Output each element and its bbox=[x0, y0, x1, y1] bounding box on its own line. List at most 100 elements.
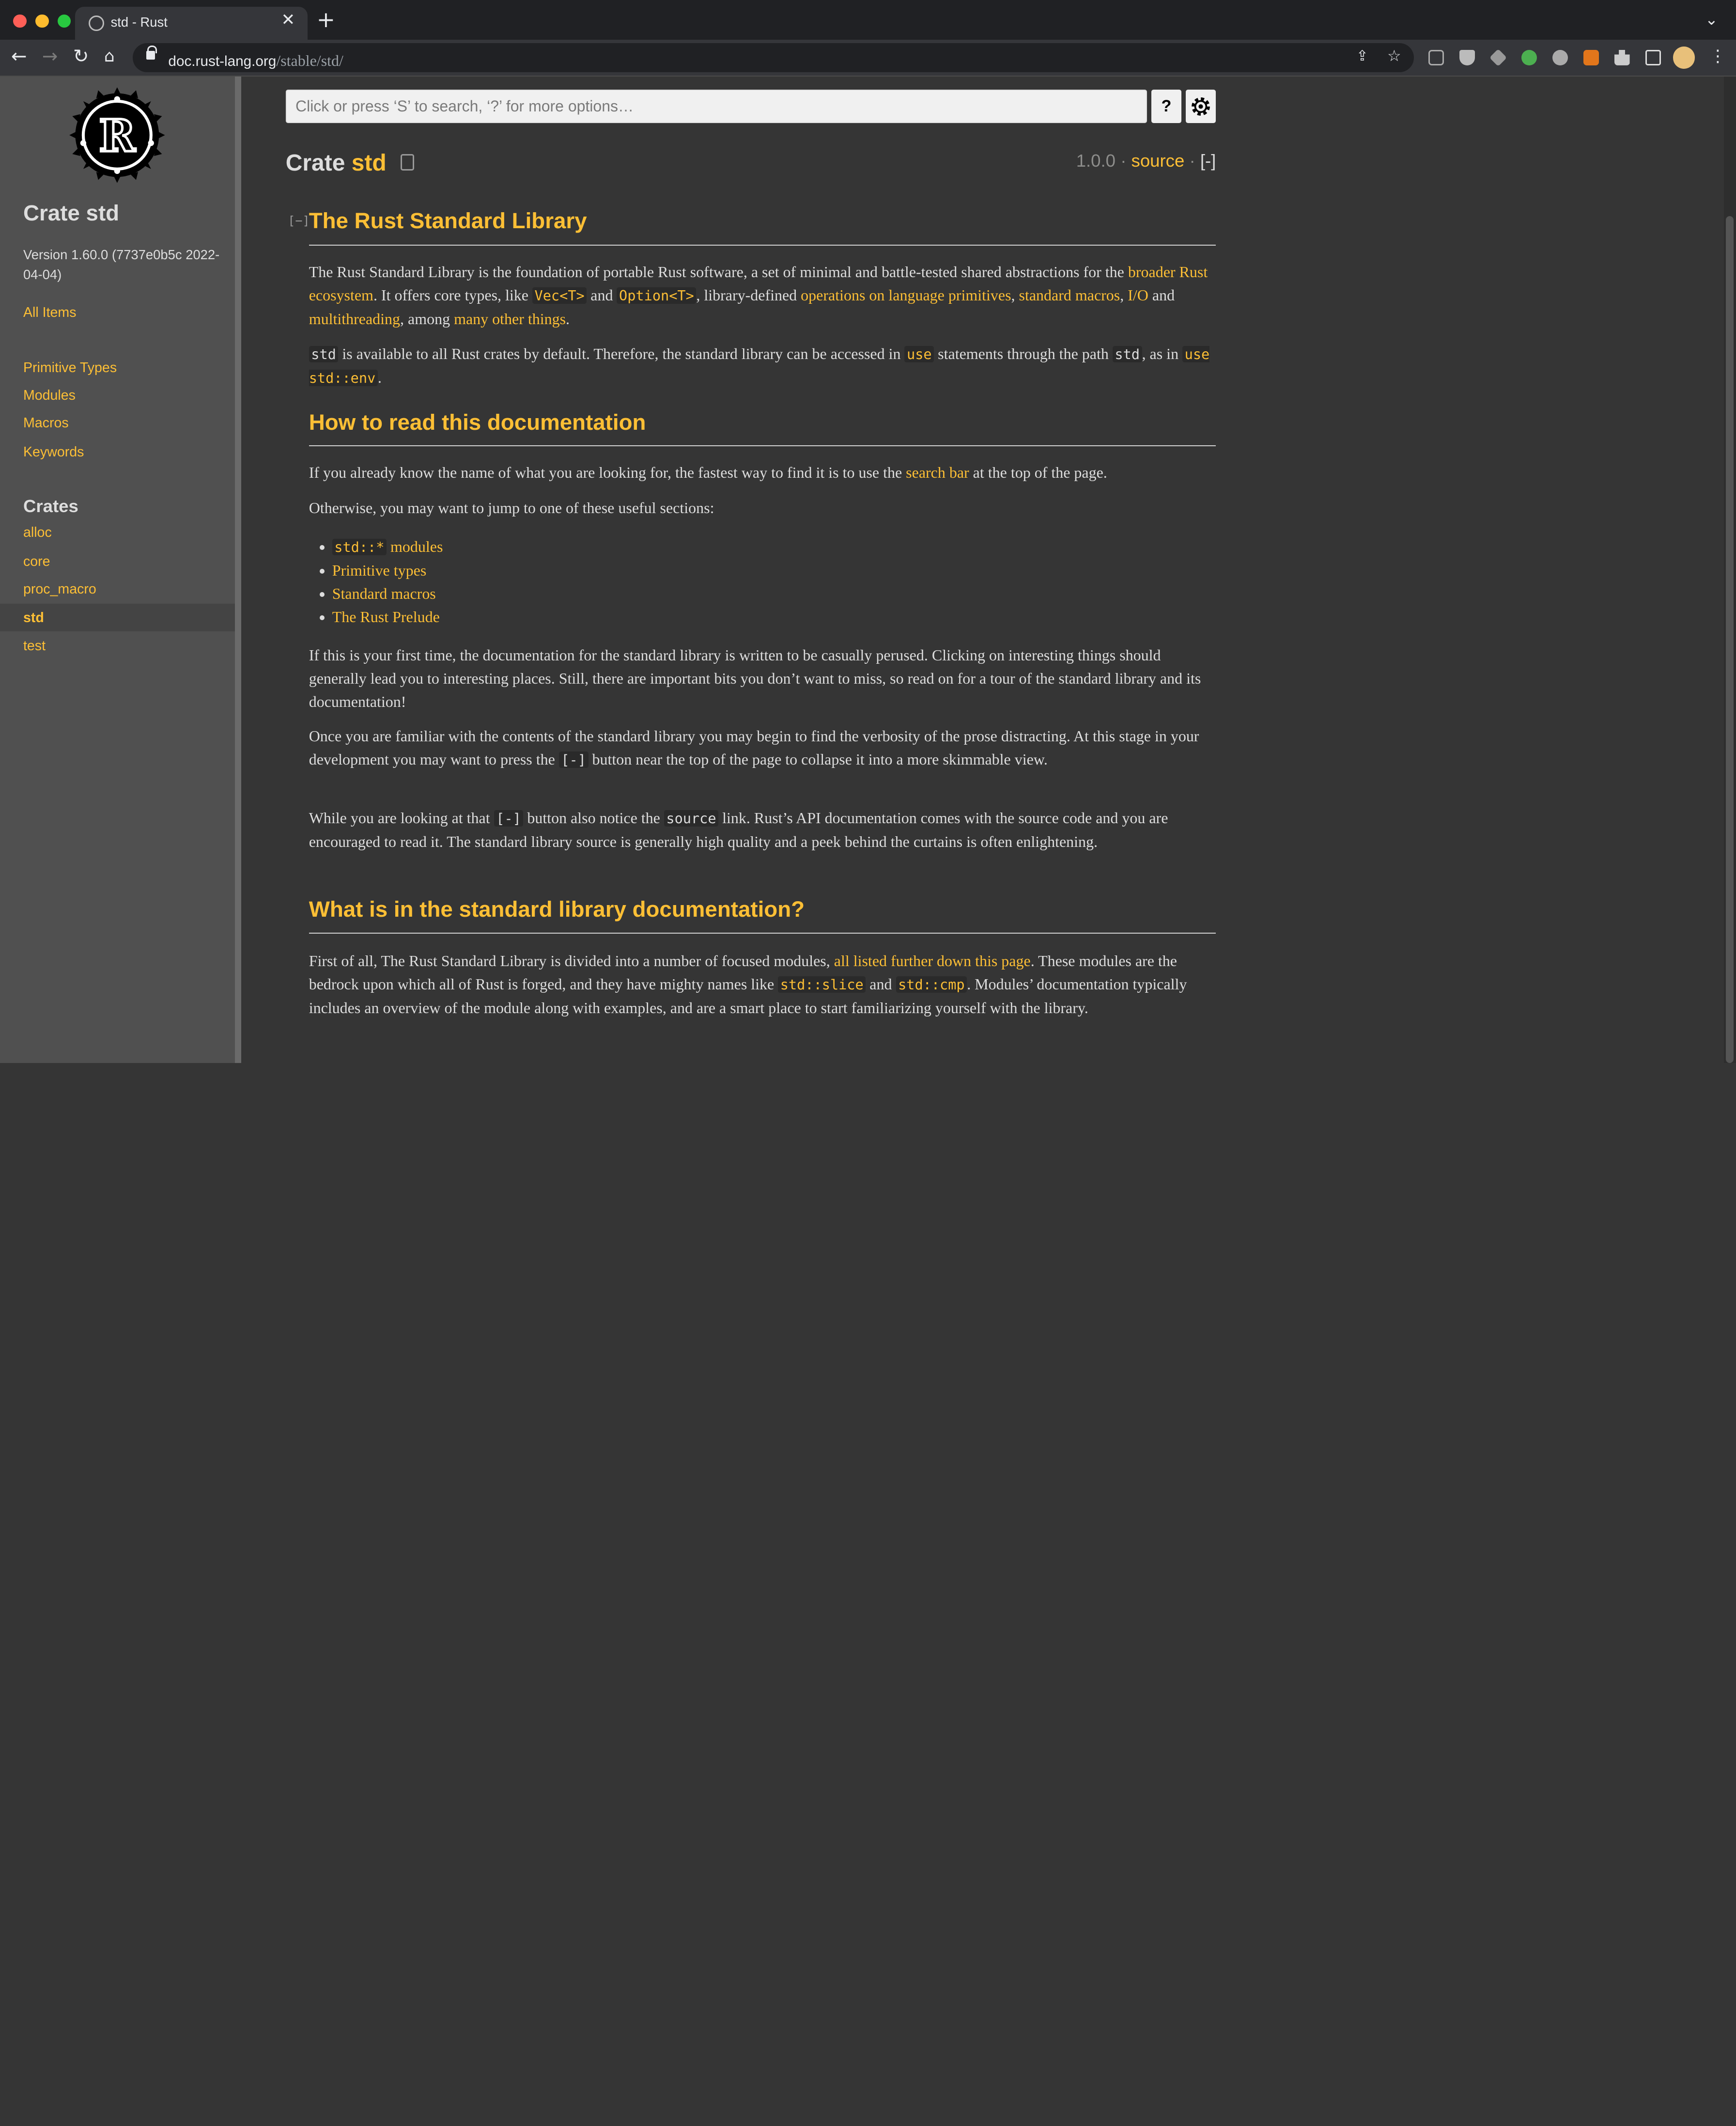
browser-tab[interactable]: std - Rust ✕ bbox=[75, 6, 308, 40]
out-of-band: 1.0.0 · source · [-] bbox=[1076, 151, 1216, 171]
verbosity-paragraph: Once you are familiar with the contents … bbox=[309, 727, 1199, 768]
link-std-modules[interactable]: std::* modules bbox=[332, 538, 443, 555]
extension-fox-icon[interactable] bbox=[1583, 49, 1599, 65]
svg-text:R: R bbox=[99, 110, 136, 162]
search-placeholder: Click or press ‘S’ to search, ‘?’ for mo… bbox=[295, 97, 634, 115]
divider bbox=[309, 445, 1216, 447]
rust-logo-icon[interactable]: R bbox=[67, 85, 167, 185]
link-io[interactable]: I/O bbox=[1128, 286, 1148, 304]
sidebar-version: Version 1.60.0 (7737e0b5c 2022-04-04) bbox=[23, 247, 220, 282]
back-arrow-icon[interactable]: ← bbox=[11, 46, 27, 67]
link-many-other-things[interactable]: many other things bbox=[454, 310, 566, 328]
sidebar-crate-alloc[interactable]: alloc bbox=[23, 525, 52, 541]
extension-dropbox-icon[interactable] bbox=[1489, 48, 1507, 66]
lock-icon bbox=[146, 45, 157, 60]
sidebar-item-modules[interactable]: Modules bbox=[23, 388, 76, 404]
search-input[interactable]: Click or press ‘S’ to search, ‘?’ for mo… bbox=[285, 90, 1147, 123]
gear-icon bbox=[1191, 97, 1210, 116]
extension-globe-icon[interactable] bbox=[1552, 49, 1568, 65]
link-search-bar[interactable]: search bar bbox=[906, 464, 969, 481]
code-std-slice[interactable]: std::slice bbox=[778, 976, 866, 993]
home-icon[interactable]: ⌂ bbox=[104, 47, 115, 66]
link-standard-macros-list[interactable]: Standard macros bbox=[332, 585, 436, 602]
reload-icon[interactable]: ↻ bbox=[73, 46, 89, 67]
separator: · bbox=[1189, 150, 1195, 171]
help-button[interactable]: ? bbox=[1151, 90, 1181, 123]
profile-avatar[interactable] bbox=[1673, 46, 1695, 69]
modules-paragraph: First of all, The Rust Standard Library … bbox=[309, 952, 1187, 1016]
tab-strip: std - Rust ✕ + ⌄ bbox=[0, 0, 1736, 40]
minimize-window-button[interactable] bbox=[35, 14, 49, 28]
useful-sections-list: std::* modules Primitive types Standard … bbox=[332, 535, 1218, 628]
extension-check-icon[interactable] bbox=[1521, 49, 1537, 65]
link-primitive-types[interactable]: Primitive types bbox=[332, 562, 427, 579]
divider bbox=[309, 245, 1216, 246]
crate-name: std bbox=[351, 150, 387, 176]
extension-shield-icon[interactable] bbox=[1459, 49, 1475, 65]
since-version: 1.0.0 bbox=[1076, 150, 1116, 171]
code-vec[interactable]: Vec<T> bbox=[532, 287, 587, 304]
copy-path-icon[interactable] bbox=[401, 154, 414, 171]
forward-arrow-icon[interactable]: → bbox=[42, 46, 58, 67]
extension-reader-icon[interactable] bbox=[1428, 49, 1444, 65]
link-all-listed-modules[interactable]: all listed further down this page bbox=[834, 952, 1031, 969]
close-tab-icon[interactable]: ✕ bbox=[281, 10, 295, 30]
sidebar-crate-std[interactable]: std bbox=[23, 610, 44, 626]
extensions-puzzle-icon[interactable] bbox=[1614, 49, 1630, 65]
link-standard-macros[interactable]: standard macros bbox=[1019, 286, 1120, 304]
section-toggle[interactable]: [−] bbox=[288, 214, 310, 228]
page-title: Crate std bbox=[285, 150, 387, 176]
url-text: doc.rust-lang.org/stable/std/ bbox=[168, 51, 343, 69]
side-panel-icon[interactable] bbox=[1645, 49, 1661, 65]
collapse-all-toggle[interactable]: [-] bbox=[1200, 151, 1216, 171]
code-collapse: [-] bbox=[558, 751, 589, 768]
link-rust-prelude[interactable]: The Rust Prelude bbox=[332, 608, 440, 625]
source-link-paragraph: While you are looking at that [-] button… bbox=[309, 809, 1168, 850]
separator: · bbox=[1120, 150, 1127, 171]
address-bar[interactable]: doc.rust-lang.org/stable/std/ ⇪ ☆ bbox=[133, 43, 1414, 72]
sidebar-resize-handle[interactable] bbox=[234, 76, 242, 1063]
code-use[interactable]: use bbox=[904, 346, 934, 363]
heading-how-to-read: How to read this documentation bbox=[309, 409, 646, 435]
rust-favicon-icon bbox=[88, 15, 104, 31]
sidebar-crates-heading: Crates bbox=[23, 496, 78, 516]
search-tip-paragraph: If you already know the name of what you… bbox=[309, 463, 1107, 481]
link-language-primitives[interactable]: operations on language primitives bbox=[801, 286, 1011, 304]
heading-rust-standard-library: The Rust Standard Library bbox=[309, 208, 587, 233]
share-icon[interactable]: ⇪ bbox=[1356, 47, 1368, 64]
sidebar-item-macros[interactable]: Macros bbox=[23, 415, 69, 431]
sections-intro-paragraph: Otherwise, you may want to jump to one o… bbox=[309, 499, 714, 516]
list-item: std::* modules bbox=[332, 535, 1218, 559]
sidebar-all-items[interactable]: All Items bbox=[23, 305, 77, 321]
sidebar-item-keywords[interactable]: Keywords bbox=[23, 444, 84, 460]
kebab-menu-icon[interactable]: ⋮ bbox=[1709, 47, 1726, 66]
source-link[interactable]: source bbox=[1132, 151, 1185, 171]
tab-title: std - Rust bbox=[110, 14, 168, 30]
std-availability-paragraph: std is available to all Rust crates by d… bbox=[309, 345, 1210, 387]
list-item: The Rust Prelude bbox=[332, 605, 1218, 628]
bookmark-star-icon[interactable]: ☆ bbox=[1387, 47, 1401, 65]
list-item: Primitive types bbox=[332, 559, 1218, 582]
link-multithreading[interactable]: multithreading bbox=[309, 310, 400, 328]
code-source: source bbox=[664, 810, 719, 827]
sidebar-crate-core[interactable]: core bbox=[23, 554, 50, 570]
list-item: Standard macros bbox=[332, 582, 1218, 605]
sidebar-item-primitive-types[interactable]: Primitive Types bbox=[23, 360, 117, 376]
main-content: Click or press ‘S’ to search, ‘?’ for mo… bbox=[241, 76, 1725, 1063]
maximize-window-button[interactable] bbox=[57, 14, 71, 28]
sidebar-crate-proc-macro[interactable]: proc_macro bbox=[23, 581, 96, 597]
page-scrollbar-thumb[interactable] bbox=[1726, 216, 1734, 1063]
code-std: std bbox=[1112, 346, 1142, 363]
browser-toolbar: ← → ↻ ⌂ doc.rust-lang.org/stable/std/ ⇪ … bbox=[0, 40, 1736, 77]
sidebar-crate-test[interactable]: test bbox=[23, 638, 46, 654]
divider bbox=[309, 932, 1216, 934]
code-std: std bbox=[309, 346, 339, 363]
tab-search-chevron-icon[interactable]: ⌄ bbox=[1705, 10, 1718, 29]
code-option[interactable]: Option<T> bbox=[617, 287, 697, 304]
new-tab-button[interactable]: + bbox=[317, 7, 335, 32]
code-std-cmp[interactable]: std::cmp bbox=[896, 976, 967, 993]
sidebar: R Crate std Version 1.60.0 (7737e0b5c 20… bbox=[0, 76, 235, 1063]
close-window-button[interactable] bbox=[13, 14, 27, 28]
code-collapse: [-] bbox=[494, 810, 524, 827]
settings-button[interactable] bbox=[1185, 90, 1216, 123]
